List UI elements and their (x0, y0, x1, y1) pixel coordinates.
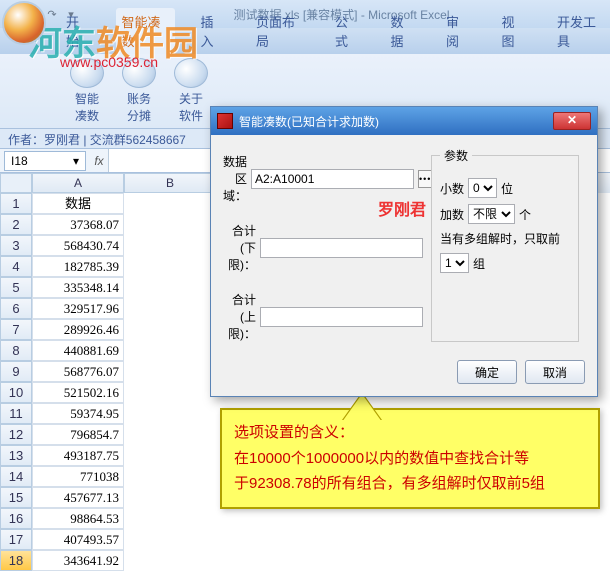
row-header[interactable]: 3 (0, 235, 32, 256)
cell[interactable]: 568776.07 (32, 361, 124, 382)
close-button[interactable]: ✕ (553, 112, 591, 130)
cell[interactable]: 182785.39 (32, 256, 124, 277)
ribbon-label: 分摊 (127, 107, 151, 124)
decimal-label: 小数 (440, 180, 464, 197)
ribbon-label: 软件 (179, 107, 203, 124)
callout-line: 于92308.78的所有组合，有多组解时仅取前5组 (234, 471, 586, 497)
site-url: www.pc0359.cn (60, 54, 158, 70)
row-header[interactable]: 9 (0, 361, 32, 382)
decimal-unit: 位 (501, 180, 513, 197)
group-unit: 组 (473, 255, 485, 272)
upper-label: 合计 (上限)： (223, 291, 256, 342)
name-box[interactable]: I18 ▾ (4, 151, 86, 171)
add-select[interactable]: 不限 (468, 204, 515, 224)
ribbon-btn-about[interactable]: 关于 软件 (168, 58, 214, 124)
range-label: 数据区域： (223, 153, 247, 204)
range-input[interactable] (251, 169, 414, 189)
decimal-select[interactable]: 0 (468, 178, 497, 198)
row-header[interactable]: 4 (0, 256, 32, 277)
row-header[interactable]: 8 (0, 340, 32, 361)
cell[interactable]: 329517.96 (32, 298, 124, 319)
explanation-callout: 选项设置的含义： 在10000个1000000以内的数值中查找合计等 于9230… (220, 408, 600, 509)
cell[interactable]: 289926.46 (32, 319, 124, 340)
callout-line: 选项设置的含义： (234, 420, 586, 446)
cell[interactable]: 771038 (32, 466, 124, 487)
row-header[interactable]: 13 (0, 445, 32, 466)
row-header[interactable]: 2 (0, 214, 32, 235)
col-header[interactable]: B (124, 173, 216, 193)
lower-input[interactable] (260, 238, 423, 258)
row-header[interactable]: 11 (0, 403, 32, 424)
row-header[interactable]: 16 (0, 508, 32, 529)
ribbon-label: 账务 (127, 90, 151, 107)
dropdown-icon[interactable]: ▾ (73, 154, 79, 168)
tab-addon[interactable]: 智能凑数 (116, 8, 175, 54)
office-button[interactable] (2, 1, 46, 45)
row-header[interactable]: 5 (0, 277, 32, 298)
upper-input[interactable] (260, 307, 423, 327)
tab-view[interactable]: 视图 (496, 8, 532, 54)
app-cube-icon (217, 113, 233, 129)
callout-line: 在10000个1000000以内的数值中查找合计等 (234, 446, 586, 472)
cell[interactable]: 98864.53 (32, 508, 124, 529)
row-header[interactable]: 12 (0, 424, 32, 445)
row-header[interactable]: 15 (0, 487, 32, 508)
ribbon-label: 凑数 (75, 107, 99, 124)
cell[interactable]: 343641.92 (32, 550, 124, 571)
dialog-title-text: 智能凑数(已知合计求加数) (239, 113, 379, 130)
add-unit: 个 (519, 206, 531, 223)
tab-formulas[interactable]: 公式 (329, 8, 365, 54)
lower-label: 合计 (下限)： (223, 222, 256, 273)
row-header[interactable]: 17 (0, 529, 32, 550)
cell[interactable]: 数据 (32, 193, 124, 214)
row-header[interactable]: 10 (0, 382, 32, 403)
select-all-corner[interactable] (0, 173, 32, 193)
cell[interactable]: 37368.07 (32, 214, 124, 235)
cd-icon (174, 58, 208, 88)
fieldset-legend: 参数 (440, 147, 472, 164)
cell[interactable]: 59374.95 (32, 403, 124, 424)
row-header[interactable]: 6 (0, 298, 32, 319)
cell[interactable]: 407493.57 (32, 529, 124, 550)
col-header[interactable]: A (32, 173, 124, 193)
tab-home[interactable]: 开始 (60, 8, 96, 54)
tab-developer[interactable]: 开发工具 (551, 8, 610, 54)
tab-data[interactable]: 数据 (385, 8, 421, 54)
tab-insert[interactable]: 插入 (195, 8, 231, 54)
row-header[interactable]: 1 (0, 193, 32, 214)
cell[interactable]: 493187.75 (32, 445, 124, 466)
row-header[interactable]: 14 (0, 466, 32, 487)
cell[interactable]: 457677.13 (32, 487, 124, 508)
group-select[interactable]: 1 (440, 253, 469, 273)
note-text: 当有多组解时，只取前 (440, 230, 570, 247)
redo-icon[interactable]: ↷ (44, 6, 60, 22)
tab-review[interactable]: 审阅 (440, 8, 476, 54)
name-box-value: I18 (11, 154, 28, 168)
cell[interactable]: 796854.7 (32, 424, 124, 445)
fx-icon[interactable]: fx (90, 154, 108, 168)
cell[interactable]: 335348.14 (32, 277, 124, 298)
ribbon-tab-strip: 开始 智能凑数 插入 页面布局 公式 数据 审阅 视图 开发工具 (0, 28, 610, 54)
row-header[interactable]: 18 (0, 550, 32, 571)
cell[interactable]: 440881.69 (32, 340, 124, 361)
smart-sum-dialog: 智能凑数(已知合计求加数) ✕ 数据区域： ••• 合计 (下限)： 合计 (上… (210, 106, 598, 397)
add-label: 加数 (440, 206, 464, 223)
params-fieldset: 参数 小数 0 位 加数 不限 个 当有多组解时，只取前 1 组 (431, 147, 579, 342)
ok-button[interactable]: 确定 (457, 360, 517, 384)
dialog-titlebar[interactable]: 智能凑数(已知合计求加数) ✕ (211, 107, 597, 135)
cell[interactable]: 568430.74 (32, 235, 124, 256)
ribbon-label: 关于 (179, 90, 203, 107)
tab-page-layout[interactable]: 页面布局 (250, 8, 309, 54)
cell[interactable]: 521502.16 (32, 382, 124, 403)
cancel-button[interactable]: 取消 (525, 360, 585, 384)
row-header[interactable]: 7 (0, 319, 32, 340)
ribbon-label: 智能 (75, 90, 99, 107)
